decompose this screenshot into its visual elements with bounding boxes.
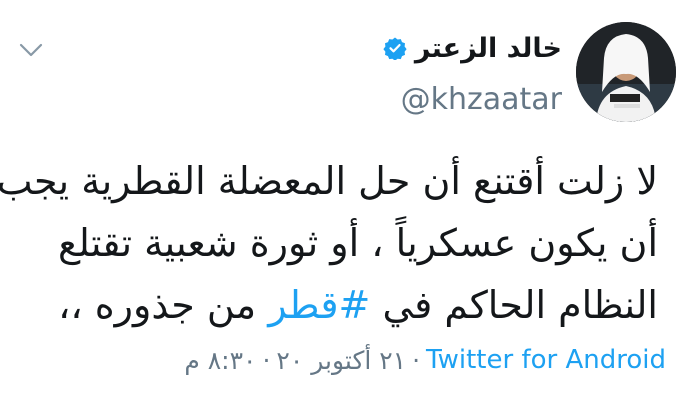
avatar-photo [576,22,676,122]
author-display-name[interactable]: خالد الزعتر [415,33,562,64]
tweet-source-link[interactable]: Twitter for Android [426,345,666,375]
tweet-card: خالد الزعتر @khzaatar لا زلت أقتنع أن حل… [0,0,700,407]
tweet-text-segment: النظام الحاكم في [370,283,658,327]
author-handle[interactable]: @khzaatar [401,82,562,117]
meta-separator: · [262,345,271,375]
meta-separator: · [412,345,421,375]
tweet-text: لا زلت أقتنع أن حل المعضلة القطرية يجب أ… [0,150,658,336]
tweet-text-segment: من جذوره ،، [58,283,269,327]
chevron-down-icon[interactable] [18,40,44,60]
author-name-row[interactable]: خالد الزعتر [383,30,562,66]
hashtag-link[interactable]: #قطر [268,283,370,327]
tweet-date[interactable]: ٢١ أكتوبر ٢٠ [276,346,406,375]
tweet-line: النظام الحاكم في #قطر من جذوره ،، [18,274,658,336]
tweet-line: لا زلت أقتنع أن حل المعضلة القطرية يجب [0,159,658,203]
tweet-meta: ٨:٣٠ م · ٢١ أكتوبر ٢٠ · Twitter for Andr… [184,342,666,378]
tweet-time[interactable]: ٨:٣٠ م [184,346,256,375]
verified-badge-icon [383,36,407,61]
tweet-line: أن يكون عسكرياً ، أو ثورة شعبية تقتلع [58,221,658,265]
avatar[interactable] [576,22,676,122]
